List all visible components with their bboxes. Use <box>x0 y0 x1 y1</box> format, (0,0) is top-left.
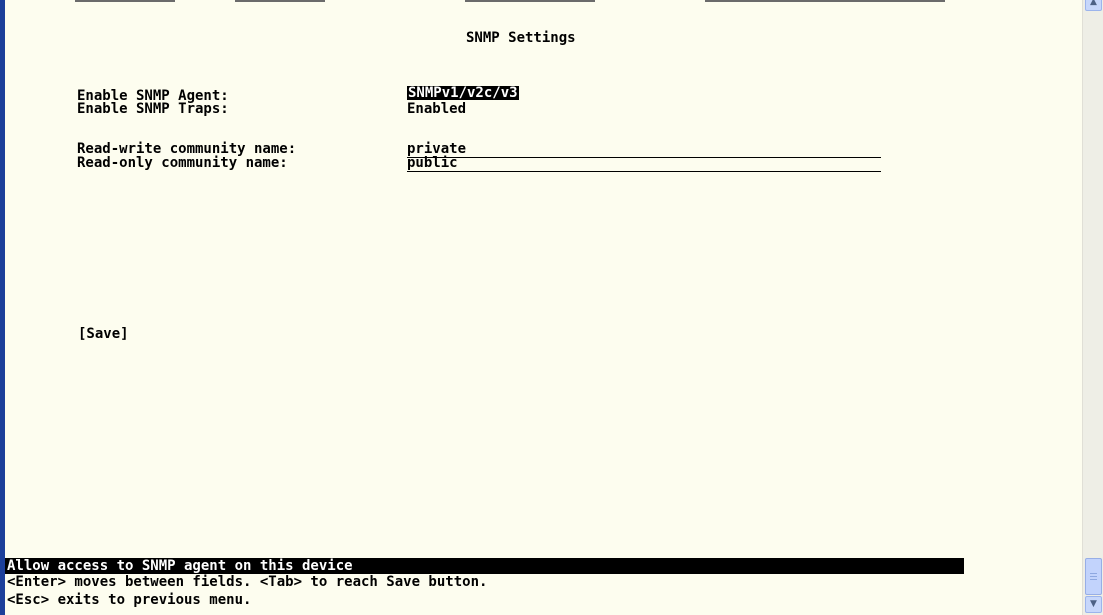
chevron-up-icon: ▲ <box>1090 0 1097 7</box>
ro-community-value: public <box>407 155 458 171</box>
vertical-scrollbar[interactable]: ▲ ▼ <box>1082 0 1103 615</box>
scroll-down-button[interactable]: ▼ <box>1085 596 1102 613</box>
grip-line <box>1090 576 1097 577</box>
grip-line <box>1090 579 1097 580</box>
ro-community-label: Read-only community name: <box>77 155 288 171</box>
clipped-top-line <box>5 0 1082 3</box>
chevron-down-icon: ▼ <box>1090 599 1097 609</box>
status-bar: Allow access to SNMP agent on this devic… <box>5 558 964 574</box>
scrollbar-thumb[interactable] <box>1085 558 1102 595</box>
page-title: SNMP Settings <box>466 30 576 46</box>
snmp-traps-select[interactable]: Enabled <box>407 101 466 117</box>
ro-community-field[interactable]: public <box>407 155 881 172</box>
telnet-window: SNMP Settings Enable SNMP Agent: SNMPv1/… <box>0 0 1103 615</box>
help-line-navigation: <Enter> moves between fields. <Tab> to r… <box>7 574 488 590</box>
grip-line <box>1090 573 1097 574</box>
snmp-agent-select[interactable]: SNMPv1/v2c/v3 <box>407 86 519 100</box>
help-line-escape: <Esc> exits to previous menu. <box>7 592 252 608</box>
terminal-screen[interactable]: SNMP Settings Enable SNMP Agent: SNMPv1/… <box>5 0 1082 615</box>
scroll-up-button[interactable]: ▲ <box>1085 0 1102 11</box>
save-button[interactable]: [Save] <box>78 326 129 342</box>
snmp-traps-label: Enable SNMP Traps: <box>77 101 229 117</box>
status-text: Allow access to SNMP agent on this devic… <box>7 558 353 574</box>
